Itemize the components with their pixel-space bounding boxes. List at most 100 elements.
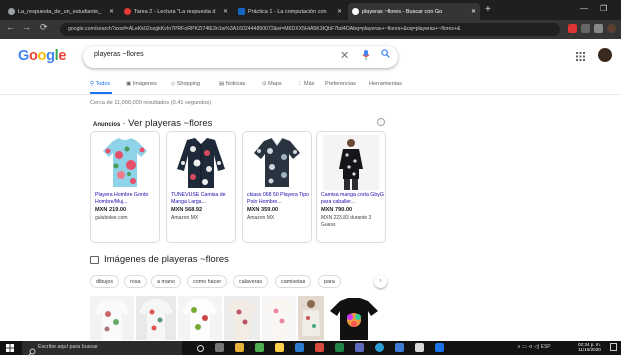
tab-noticias[interactable]: ▤ Noticias [219, 81, 245, 87]
image-icon [90, 256, 99, 264]
tab-todos[interactable]: ⚲ Todos [90, 81, 110, 87]
chevron-right-icon[interactable]: › [374, 275, 387, 288]
taskbar-clock[interactable]: 02:34 p. m. 11/10/2020 [578, 342, 601, 353]
image-result[interactable] [326, 296, 382, 340]
word-icon[interactable] [295, 343, 304, 352]
images-heading[interactable]: Imágenes de playeras ~flores [104, 254, 229, 265]
product-price: MXN 790.00 [321, 207, 353, 213]
product-title[interactable]: Playera Hombre Gordo Hombre/Muj... [95, 192, 159, 206]
search-input[interactable]: playeras ~flores [94, 51, 144, 58]
search-icon [28, 343, 36, 361]
logo-letter: e [58, 48, 67, 64]
tab-label: Más [304, 81, 315, 87]
app-icon[interactable] [255, 343, 264, 352]
product-card[interactable]: TUNEVUSE Camisa de Manga Larga... MXN 56… [166, 131, 236, 243]
tab-imagenes[interactable]: ▣ Imágenes [126, 81, 157, 87]
forward-icon[interactable]: → [22, 22, 31, 32]
apps-grid-icon[interactable] [576, 52, 585, 63]
product-card[interactable]: Playera Hombre Gordo Hombre/Muj... MXN 2… [90, 131, 160, 243]
chip-como-hacer[interactable]: como hacer [187, 275, 228, 288]
product-title[interactable]: TUNEVUSE Camisa de Manga Larga... [171, 192, 235, 206]
product-image-man-shirt [323, 135, 379, 190]
close-tab-icon[interactable]: ✕ [109, 8, 114, 15]
news-icon: ▤ [219, 81, 226, 87]
search-icon[interactable] [381, 49, 390, 61]
notification-icon[interactable] [610, 343, 617, 351]
product-title[interactable]: ckiass 068 50 Playera Tipo Polo Hombre..… [247, 192, 311, 206]
tab-label: Imágenes [132, 81, 157, 87]
bookmark-star-icon[interactable] [581, 24, 590, 33]
extension-icon[interactable] [568, 24, 577, 33]
image-result[interactable] [136, 296, 176, 340]
cortana-icon[interactable] [197, 345, 204, 352]
browser-tab-active[interactable]: playeras ~flores - Buscar con Go ✕ [348, 3, 480, 20]
file-explorer-icon[interactable] [235, 343, 244, 352]
windows-start-icon[interactable] [6, 344, 14, 354]
tab-favicon-icon [238, 8, 245, 15]
browser-tab-2[interactable]: Tarea 2 - Lectura "La respuesta d ✕ [120, 3, 232, 20]
extensions-puzzle-icon[interactable] [594, 24, 603, 33]
ads-badge: Anuncios [93, 122, 121, 128]
product-store: gulubolee.com [95, 215, 128, 221]
new-tab-button[interactable]: + [485, 4, 491, 15]
task-view-icon[interactable] [215, 343, 224, 352]
image-result[interactable] [298, 296, 324, 340]
taskbar-search-placeholder[interactable]: Escribe aquí para buscar [38, 344, 98, 350]
chip-a-mano[interactable]: a mano [151, 275, 181, 288]
address-bar[interactable]: google.com/search?sxsrf=ALeKk02ozgkKvIn7… [60, 23, 560, 36]
tab-label: Shopping [176, 81, 201, 87]
tab-favicon-icon [8, 8, 15, 15]
chip-para[interactable]: para [318, 275, 341, 288]
product-price: MXN 568.92 [171, 207, 203, 213]
product-store: Amazon MX [247, 215, 275, 221]
image-result[interactable] [178, 296, 222, 340]
browser-tab-3[interactable]: Práctica 1 - La computación con ✕ [234, 3, 346, 20]
close-tab-icon[interactable]: ✕ [223, 8, 228, 15]
product-store: MXN 223.83 durante 3 Guess [321, 215, 372, 228]
tab-shopping[interactable]: ◇ Shopping [171, 81, 200, 87]
ads-heading: Anuncios · Ver playeras ~flores [93, 118, 212, 129]
chip-rosa[interactable]: rosa [124, 275, 147, 288]
tab-herramientas[interactable]: Herramientas [369, 81, 402, 87]
reload-icon[interactable]: ⟳ [40, 22, 48, 33]
tab-label: Todos [95, 81, 111, 87]
image-result[interactable] [262, 296, 296, 340]
profile-avatar-icon[interactable] [607, 24, 616, 33]
avatar[interactable] [598, 48, 612, 62]
excel-icon[interactable] [335, 343, 344, 352]
chip-dibujos[interactable]: dibujos [90, 275, 120, 288]
app-icon[interactable] [435, 343, 444, 352]
logo-letter: o [37, 48, 47, 64]
product-card[interactable]: ckiass 068 50 Playera Tipo Polo Hombre..… [242, 131, 312, 243]
close-icon[interactable]: ✕ [340, 49, 349, 62]
app-icon[interactable] [395, 343, 404, 352]
app-icon[interactable] [415, 343, 424, 352]
chrome-icon[interactable] [375, 343, 384, 352]
minimize-button[interactable]: — [580, 4, 588, 13]
product-price: MXN 219.00 [95, 207, 127, 213]
image-result[interactable] [90, 296, 134, 340]
chip-calaveras[interactable]: calaveras [233, 275, 269, 288]
info-icon[interactable]: i [377, 118, 385, 126]
image-result[interactable] [224, 296, 260, 340]
system-tray[interactable]: ∧ ▭ ⊲ ◁) ESP [517, 344, 551, 350]
image-icon: ▣ [126, 81, 133, 87]
product-title[interactable]: Camisa manga corta GbyG para caballer... [321, 192, 385, 206]
powerpoint-icon[interactable] [315, 343, 324, 352]
browser-tab-1[interactable]: La_respuesta_de_un_estudiante_ ✕ [4, 3, 118, 20]
tab-preferencias[interactable]: Preferencias [325, 81, 356, 87]
close-tab-icon[interactable]: ✕ [471, 8, 476, 15]
chip-camisetas[interactable]: camisetas [275, 275, 312, 288]
close-tab-icon[interactable]: ✕ [337, 8, 342, 15]
teams-icon[interactable] [355, 343, 364, 352]
google-logo[interactable]: Google [18, 48, 66, 64]
back-icon[interactable]: ← [6, 22, 15, 32]
product-image-floral-shirt [177, 138, 225, 188]
maximize-button[interactable]: ❐ [600, 4, 607, 13]
result-stats: Cerca de 11,000,000 resultados (0.41 seg… [90, 100, 212, 106]
tab-maps[interactable]: ⊙ Maps [262, 81, 282, 87]
app-icon[interactable] [275, 343, 284, 352]
mic-icon[interactable] [362, 50, 370, 62]
product-card[interactable]: Camisa manga corta GbyG para caballer...… [316, 131, 386, 243]
tab-mas[interactable]: ⋮ Más [297, 81, 314, 87]
